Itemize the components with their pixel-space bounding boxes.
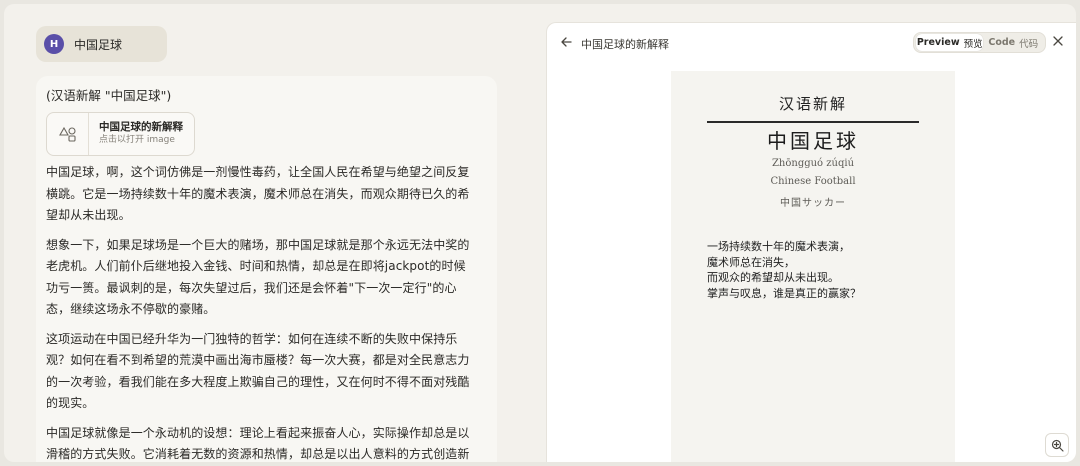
poem-line: 而观众的希望却从未出现。 <box>707 271 839 284</box>
zoom-in-icon[interactable] <box>1045 433 1069 457</box>
assistant-intro: (汉语新解 "中国足球") <box>46 88 172 103</box>
user-message-text: 中国足球 <box>74 37 123 52</box>
shapes-icon <box>47 113 89 155</box>
preview-tab[interactable]: Preview 预览 <box>916 34 984 51</box>
poem-line: 掌声与叹息，谁是真正的赢家？ <box>707 286 861 300</box>
poem-line: 魔术师总在消失， <box>707 255 795 269</box>
user-message[interactable]: H 中国足球 <box>36 26 167 62</box>
close-icon[interactable] <box>1051 34 1065 48</box>
response-paragraph-3: 这项运动在中国已经升华为一门独特的哲学：如何在连续不断的失败中保持乐观？如何在看… <box>46 331 470 411</box>
assistant-message: (汉语新解 "中国足球") 中国足球的新解释 点击以打开 image 中国足球，… <box>36 76 497 462</box>
poster-japanese: 中国サッカー <box>780 198 846 209</box>
chat-column: H 中国足球 (汉语新解 "中国足球") 中国足球的新解释 点击以打开 imag… <box>4 4 544 462</box>
code-sublabel: 代码 <box>1019 38 1039 50</box>
poster-poem: 一场持续数十年的魔术表演， 魔术师总在消失， 而观众的希望却从未出现。 掌声与叹… <box>707 239 861 301</box>
poem-line: 一场持续数十年的魔术表演， <box>707 240 850 253</box>
poster-heading: 汉语新解 <box>778 95 847 113</box>
poster-preview: 汉语新解 中国足球 Zhōngguó zúqiú Chinese Footbal… <box>671 71 955 462</box>
poster-english: Chinese Football <box>770 176 856 187</box>
response-paragraph-4: 中国足球就像是一个永动机的设想：理论上看起来振奋人心，实际操作却总是以滑稽的方式… <box>46 425 470 462</box>
panel-header: 中国足球的新解释 Preview 预览 Code 代码 <box>547 23 1076 63</box>
artifact-panel: 中国足球的新解释 Preview 预览 Code 代码 汉语新解 中国足球 Zh… <box>546 22 1076 462</box>
code-label: Code <box>988 37 1016 48</box>
app-frame: H 中国足球 (汉语新解 "中国足球") 中国足球的新解释 点击以打开 imag… <box>4 4 1076 462</box>
view-toggle: Preview 预览 Code 代码 <box>913 32 1046 53</box>
panel-title: 中国足球的新解释 <box>581 38 669 51</box>
poster-divider <box>707 121 919 123</box>
poster-pinyin: Zhōngguó zúqiú <box>771 158 855 169</box>
response-paragraph-2: 想象一下，如果足球场是一个巨大的赌场，那中国足球就是那个永远无法中奖的老虎机。人… <box>46 237 470 317</box>
artifact-title: 中国足球的新解释 <box>99 121 183 133</box>
artifact-subtitle: 点击以打开 image <box>99 135 175 145</box>
poster-word: 中国足球 <box>767 129 859 153</box>
code-tab[interactable]: Code 代码 <box>983 34 1043 51</box>
back-arrow-icon[interactable] <box>559 35 573 49</box>
artifact-card[interactable]: 中国足球的新解释 点击以打开 image <box>46 112 195 156</box>
preview-label: Preview <box>916 37 960 48</box>
response-paragraph-1: 中国足球，啊，这个词仿佛是一剂慢性毒药，让全国人民在希望与绝望之间反复横跳。它是… <box>46 165 470 222</box>
preview-sublabel: 预览 <box>963 38 983 50</box>
user-avatar: H <box>44 34 64 54</box>
